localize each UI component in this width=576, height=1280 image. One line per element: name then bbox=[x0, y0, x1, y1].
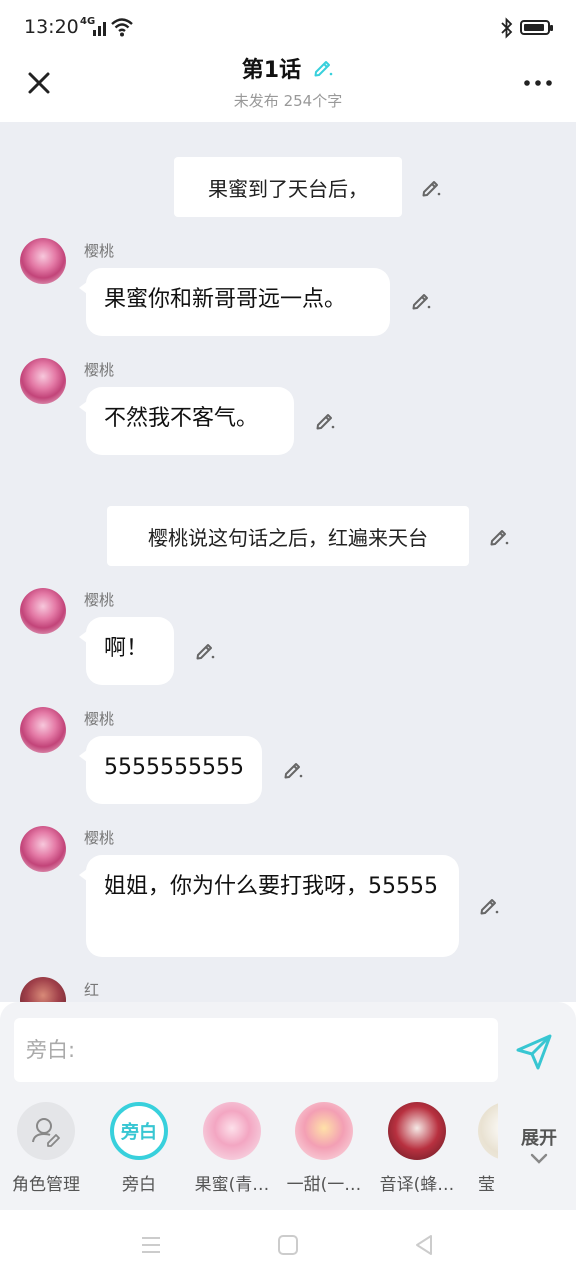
edit-icon[interactable] bbox=[410, 290, 432, 312]
role-item[interactable]: 果蜜(青… bbox=[191, 1102, 273, 1195]
narration-text: 果蜜到了天台后， bbox=[208, 176, 368, 201]
send-icon[interactable] bbox=[514, 1032, 554, 1072]
expand-button[interactable]: 展开 bbox=[512, 1124, 566, 1170]
page-title: 第1话 bbox=[241, 58, 302, 83]
speaker-name: 樱桃 bbox=[84, 242, 115, 260]
role-narration-avatar: 旁白 bbox=[110, 1102, 168, 1160]
title-area[interactable]: 第1话 bbox=[0, 56, 576, 86]
narration-message[interactable]: 果蜜到了天台后， bbox=[174, 157, 402, 217]
role-label: 旁白 bbox=[122, 1175, 156, 1195]
message-text: 不然我不客气。 bbox=[104, 406, 259, 431]
speaker-name: 樱桃 bbox=[84, 591, 115, 609]
more-icon[interactable] bbox=[524, 78, 552, 88]
home-icon[interactable] bbox=[277, 1234, 299, 1256]
edit-icon[interactable] bbox=[282, 759, 304, 781]
avatar[interactable] bbox=[20, 977, 66, 1002]
role-narration-button[interactable]: 旁白 旁白 bbox=[98, 1102, 180, 1195]
edit-icon[interactable] bbox=[488, 526, 510, 548]
role-manage-avatar bbox=[17, 1102, 75, 1160]
role-avatar bbox=[295, 1102, 353, 1160]
narration-badge: 旁白 bbox=[121, 1122, 157, 1143]
message-input[interactable] bbox=[14, 1018, 498, 1082]
avatar[interactable] bbox=[20, 588, 66, 634]
role-label: 音译(蜂… bbox=[379, 1175, 455, 1195]
avatar[interactable] bbox=[20, 238, 66, 284]
role-label: 果蜜(青… bbox=[194, 1175, 270, 1195]
role-label: 一甜(一… bbox=[286, 1175, 362, 1195]
chat-bubble[interactable]: 果蜜你和新哥哥远一点。 bbox=[79, 268, 390, 336]
role-item[interactable]: 一甜(一… bbox=[283, 1102, 365, 1195]
role-selector: 角色管理 旁白 旁白 果蜜(青… 一甜(一… 音译(蜂… 莹 展开 bbox=[0, 1094, 576, 1210]
message-text: 啊！ bbox=[104, 636, 149, 661]
role-avatar bbox=[388, 1102, 446, 1160]
avatar[interactable] bbox=[20, 826, 66, 872]
word-count-status: 未发布 254个字 bbox=[233, 92, 343, 110]
bluetooth-icon bbox=[501, 17, 513, 39]
expand-label: 展开 bbox=[521, 1128, 557, 1149]
status-bar: 13:20 4G bbox=[0, 0, 576, 56]
avatar[interactable] bbox=[20, 707, 66, 753]
composer bbox=[0, 1002, 576, 1094]
role-manage-button[interactable]: 角色管理 bbox=[5, 1102, 87, 1195]
speaker-name: 樱桃 bbox=[84, 710, 115, 728]
role-item[interactable]: 莹 bbox=[468, 1102, 498, 1195]
narration-text: 樱桃说这句话之后，红遍来天台 bbox=[148, 525, 428, 550]
wifi-icon bbox=[111, 18, 133, 37]
role-label: 莹 bbox=[478, 1175, 495, 1195]
message-text: 果蜜你和新哥哥远一点。 bbox=[104, 287, 347, 312]
speaker-name: 红 bbox=[84, 981, 100, 999]
chat-bubble[interactable]: 啊！ bbox=[79, 617, 174, 685]
role-item[interactable]: 音译(蜂… bbox=[376, 1102, 458, 1195]
edit-title-icon[interactable] bbox=[312, 57, 334, 79]
edit-icon[interactable] bbox=[478, 895, 500, 917]
role-avatar bbox=[478, 1102, 498, 1160]
status-time: 13:20 bbox=[24, 16, 79, 38]
chat-area[interactable]: 果蜜到了天台后， 樱桃 果蜜你和新哥哥远一点。 樱桃 不然我不客气。 樱桃说这句… bbox=[0, 122, 576, 1002]
menu-icon[interactable] bbox=[140, 1234, 162, 1256]
message-text: 5555555555 bbox=[104, 755, 244, 780]
editor-header: 第1话 未发布 254个字 bbox=[0, 56, 576, 122]
edit-icon[interactable] bbox=[194, 640, 216, 662]
person-edit-icon bbox=[32, 1118, 60, 1147]
edit-icon[interactable] bbox=[420, 177, 442, 199]
battery-icon bbox=[520, 20, 553, 35]
speaker-name: 樱桃 bbox=[84, 829, 115, 847]
edit-icon[interactable] bbox=[314, 410, 336, 432]
chat-bubble[interactable]: 姐姐，你为什么要打我呀，55555 bbox=[79, 855, 459, 957]
role-label: 角色管理 bbox=[12, 1175, 80, 1195]
role-avatar bbox=[203, 1102, 261, 1160]
chat-bubble[interactable]: 5555555555 bbox=[79, 736, 262, 804]
chevron-down-icon bbox=[530, 1153, 548, 1164]
system-nav-bar bbox=[0, 1210, 576, 1280]
message-text: 姐姐，你为什么要打我呀，55555 bbox=[104, 874, 438, 899]
chat-bubble[interactable]: 不然我不客气。 bbox=[79, 387, 294, 455]
narration-message[interactable]: 樱桃说这句话之后，红遍来天台 bbox=[107, 506, 469, 566]
back-icon[interactable] bbox=[413, 1234, 435, 1256]
speaker-name: 樱桃 bbox=[84, 361, 115, 379]
avatar[interactable] bbox=[20, 358, 66, 404]
